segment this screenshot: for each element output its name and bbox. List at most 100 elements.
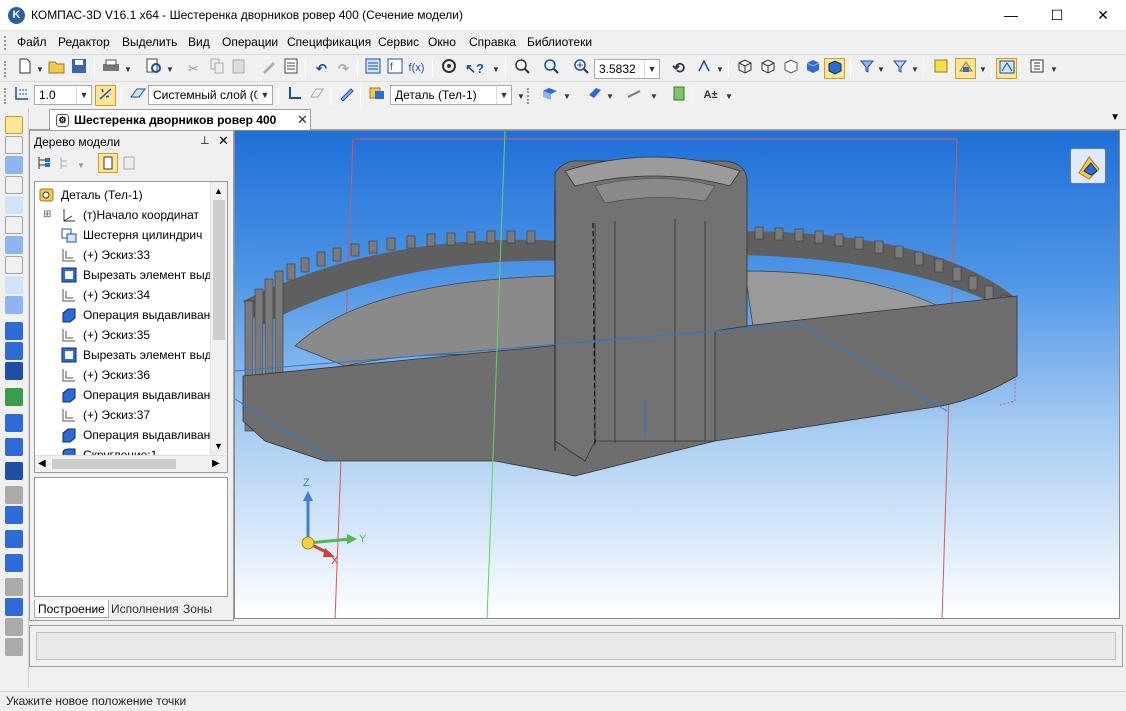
maximize-button[interactable]: ☐	[1034, 0, 1080, 31]
tree-item[interactable]: Шестерня цилиндрич	[35, 225, 210, 245]
menu-view[interactable]: Вид	[188, 35, 210, 49]
surfaces-icon[interactable]	[5, 156, 23, 174]
text-style-icon[interactable]: A±	[700, 85, 721, 106]
chevron-down-icon[interactable]: ▼	[911, 65, 919, 74]
scroll-up-icon[interactable]: ▲	[214, 186, 223, 196]
plane-icon[interactable]	[306, 85, 327, 106]
filter2-icon[interactable]	[889, 58, 910, 79]
thread-tool-icon[interactable]	[5, 618, 23, 636]
cut-icon[interactable]: ✂	[183, 58, 204, 79]
draft-tool-icon[interactable]	[5, 578, 23, 596]
scroll-thumb[interactable]	[52, 459, 176, 469]
tree-item[interactable]: ⊞ (т)Начало координат	[35, 205, 210, 225]
zoom-in-icon[interactable]	[570, 58, 591, 79]
hidden-lines-icon[interactable]	[757, 58, 778, 79]
elements-icon[interactable]	[5, 296, 23, 314]
redo-icon[interactable]: ↷	[333, 58, 354, 79]
chevron-down-icon[interactable]: ▼	[166, 65, 174, 74]
paste-icon[interactable]	[228, 58, 249, 79]
variables-icon[interactable]: f	[384, 58, 405, 79]
tree-item[interactable]: Операция выдавливан	[35, 305, 210, 325]
layers-icon[interactable]	[127, 85, 148, 106]
format-painter-icon[interactable]	[258, 58, 279, 79]
tab-list-icon[interactable]: ▼	[1110, 112, 1120, 123]
chevron-down-icon[interactable]: ▼	[76, 86, 91, 104]
tab-construction[interactable]: Построение	[34, 600, 109, 618]
scroll-down-icon[interactable]: ▼	[214, 441, 223, 451]
copy-icon[interactable]	[206, 58, 227, 79]
thin-hidden-icon[interactable]	[780, 58, 801, 79]
tree-item[interactable]: (+) Эскиз:34	[35, 285, 210, 305]
zoom-field[interactable]: 3.5832 ▼	[594, 59, 660, 79]
menu-help[interactable]: Справка	[469, 35, 516, 49]
chevron-down-icon[interactable]: ▼	[124, 65, 132, 74]
dimensions-icon[interactable]	[5, 216, 23, 234]
help-pointer-icon[interactable]: ↖?	[464, 58, 485, 79]
menu-libraries[interactable]: Библиотеки	[527, 35, 592, 49]
inspector-icon[interactable]	[1026, 58, 1047, 79]
tree-item[interactable]: (+) Эскиз:36	[35, 365, 210, 385]
toolbar-grip[interactable]	[4, 61, 7, 77]
tree-item[interactable]: (+) Эскиз:37	[35, 405, 210, 425]
wireframe-icon[interactable]	[734, 58, 755, 79]
split-tool-icon[interactable]	[5, 638, 23, 656]
kompas-app-icon[interactable]: K	[8, 7, 25, 24]
menu-window[interactable]: Окно	[428, 35, 456, 49]
rotate-icon[interactable]: ⟲	[668, 58, 689, 79]
cut-revolve-tool-icon[interactable]	[5, 438, 23, 456]
chevron-down-icon[interactable]: ▼	[606, 92, 614, 101]
menu-specification[interactable]: Спецификация	[287, 35, 371, 49]
tree-item[interactable]: Вырезать элемент выд	[35, 265, 210, 285]
chevron-down-icon[interactable]: ▼	[563, 92, 571, 101]
menu-operations[interactable]: Операции	[222, 35, 278, 49]
chevron-down-icon[interactable]: ▼	[725, 92, 733, 101]
view-orient-icon[interactable]	[539, 85, 560, 106]
loft-tool-icon[interactable]	[5, 388, 23, 406]
tab-variants[interactable]: Исполнения	[108, 600, 182, 618]
sweep-tool-icon[interactable]	[5, 362, 23, 380]
horizontal-scrollbar[interactable]: ◀ ▶	[35, 455, 227, 472]
undo-icon[interactable]: ↶	[311, 58, 332, 79]
scroll-right-icon[interactable]: ▶	[212, 458, 220, 469]
chevron-down-icon[interactable]: ▼	[979, 65, 987, 74]
tree-order-icon[interactable]	[98, 153, 118, 173]
save-icon[interactable]	[68, 58, 89, 79]
section-icon[interactable]	[955, 58, 976, 79]
step-field[interactable]: 1.0 ▼	[34, 85, 92, 105]
menu-select[interactable]: Выделить	[122, 35, 177, 49]
menubar-grip[interactable]	[4, 36, 7, 50]
chevron-down-icon[interactable]: ▼	[496, 86, 511, 104]
orientation-icon[interactable]	[693, 58, 714, 79]
color-icon[interactable]	[584, 85, 605, 106]
menu-editor[interactable]: Редактор	[58, 35, 110, 49]
chevron-down-icon[interactable]: ▼	[492, 65, 500, 74]
chevron-down-icon[interactable]: ▼	[1050, 65, 1058, 74]
chevron-down-icon[interactable]: ▼	[77, 161, 85, 170]
vertical-scrollbar[interactable]: ▲ ▼	[210, 182, 227, 457]
fillet-tool-icon[interactable]	[5, 462, 23, 480]
revolve-tool-icon[interactable]	[5, 342, 23, 360]
tree-item[interactable]: (+) Эскиз:35	[35, 325, 210, 345]
local-cs-icon[interactable]	[284, 85, 305, 106]
filter-icon[interactable]	[856, 58, 877, 79]
preview-icon[interactable]	[143, 58, 164, 79]
function-icon[interactable]: f(x)	[406, 58, 427, 79]
model-view[interactable]: Z Y X	[235, 131, 1120, 619]
chevron-down-icon[interactable]: ▼	[644, 60, 659, 78]
tab-zones[interactable]: Зоны	[180, 600, 215, 618]
toolbar-grip[interactable]	[527, 88, 530, 104]
aux-geometry-icon[interactable]	[5, 196, 23, 214]
new-document-icon[interactable]	[14, 58, 35, 79]
shaded-edges-icon[interactable]	[824, 58, 845, 79]
perspective-icon[interactable]	[996, 58, 1017, 79]
chamfer-tool-icon[interactable]	[5, 486, 23, 504]
tree-item[interactable]: (+) Эскиз:33	[35, 245, 210, 265]
sketch-mode-icon[interactable]	[336, 85, 357, 106]
properties-field[interactable]	[36, 632, 1116, 660]
diagnostics-icon[interactable]	[5, 236, 23, 254]
layer-field[interactable]: Системный слой (0) ▼	[148, 85, 273, 105]
tree-item[interactable]: Операция выдавливан	[35, 425, 210, 445]
3d-viewport[interactable]: Z Y X	[234, 130, 1120, 619]
close-button[interactable]: ✕	[1080, 0, 1126, 31]
shell-tool-icon[interactable]	[5, 554, 23, 572]
